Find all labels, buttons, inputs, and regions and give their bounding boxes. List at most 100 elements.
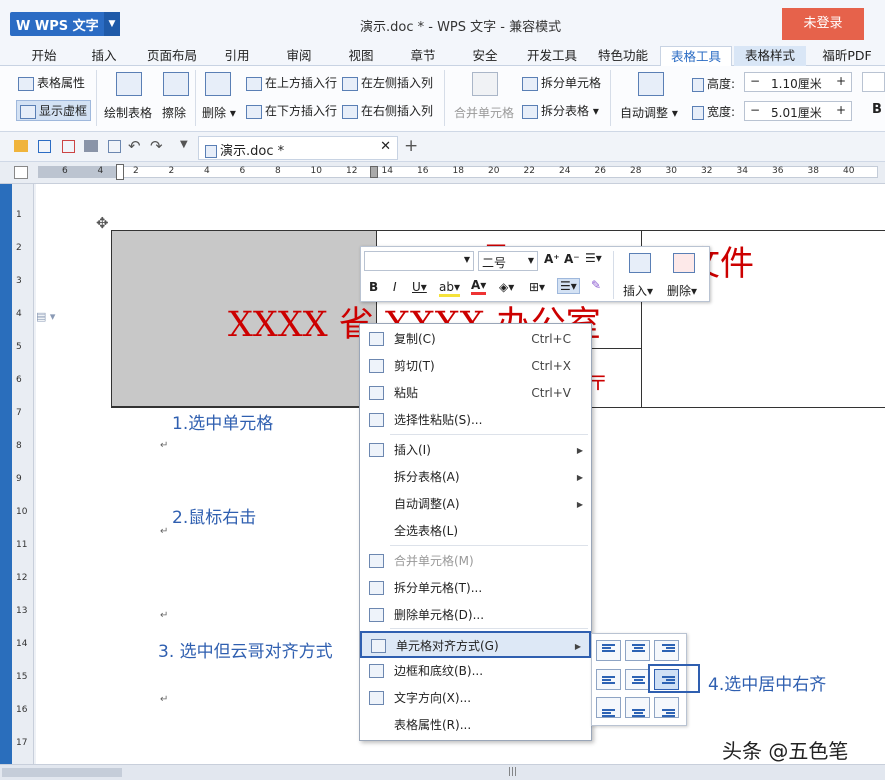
bold-icon[interactable]: B — [872, 102, 882, 117]
tab-special[interactable]: 特色功能 — [592, 46, 654, 66]
close-tab-icon[interactable]: ✕ — [380, 139, 391, 154]
column-width-spinner[interactable]: −5.01厘米 + — [744, 101, 852, 121]
insert-table-icon[interactable] — [629, 253, 651, 273]
align-bottom-center-button[interactable] — [625, 697, 650, 718]
customize-dropdown-icon[interactable]: ▼ — [180, 139, 188, 150]
font-color-icon[interactable]: A▾ — [471, 278, 487, 295]
menu-item-剪切[interactable]: 剪切(T) Ctrl+X — [360, 353, 591, 380]
print-preview-icon[interactable] — [108, 140, 121, 153]
italic-icon[interactable]: I — [393, 280, 397, 294]
menu-item-复制[interactable]: 复制(C) Ctrl+C — [360, 326, 591, 353]
align-middle-center-button[interactable] — [625, 669, 650, 690]
delete-table-icon[interactable] — [673, 253, 695, 273]
align-top-left-button[interactable] — [596, 640, 621, 661]
shrink-font-icon[interactable]: A⁻ — [564, 252, 580, 266]
borders-icon[interactable]: ⊞▾ — [529, 280, 545, 294]
app-menu-button[interactable]: W WPS 文字 ▼ — [10, 12, 120, 36]
font-size-combo[interactable]: 二号 ▼ — [478, 251, 538, 271]
tab-insert[interactable]: 插入 — [78, 46, 130, 66]
tab-developer[interactable]: 开发工具 — [520, 46, 584, 66]
split-cells-button[interactable]: 拆分单元格 — [522, 74, 601, 91]
horizontal-scrollbar-thumb[interactable] — [2, 768, 122, 777]
menu-item-全选表格[interactable]: 全选表格(L) — [360, 518, 591, 545]
indent-marker-icon[interactable] — [116, 164, 124, 180]
underline-icon[interactable]: U▾ — [412, 280, 427, 294]
align-bottom-left-button[interactable] — [596, 697, 621, 718]
paragraph-options-icon[interactable]: ▤ ▾ — [36, 310, 55, 323]
align-top-right-button[interactable] — [654, 640, 679, 661]
export-pdf-icon[interactable] — [62, 140, 75, 153]
scrollbar-grip-icon[interactable]: ||| — [508, 767, 517, 777]
tab-foxit-pdf[interactable]: 福昕PDF — [812, 46, 882, 66]
decrement-icon[interactable]: − — [750, 74, 760, 88]
menu-item-拆分单元格[interactable]: 拆分单元格(T)... — [360, 575, 591, 602]
row-height-value[interactable]: 1.10厘米 — [771, 75, 822, 92]
chevron-down-icon[interactable]: ▼ — [104, 12, 120, 36]
tab-page-layout[interactable]: 页面布局 — [140, 46, 204, 66]
insert-column-right-button[interactable]: 在右侧插入列 — [342, 102, 433, 119]
tab-security[interactable]: 安全 — [462, 46, 508, 66]
tab-chapter[interactable]: 章节 — [400, 46, 446, 66]
align-top-center-button[interactable] — [625, 640, 650, 661]
tab-references[interactable]: 引用 — [214, 46, 260, 66]
menu-item-文字方向[interactable]: 文字方向(X)... — [360, 685, 591, 712]
font-name-combo[interactable]: ▼ — [364, 251, 474, 271]
save-icon[interactable] — [38, 140, 51, 153]
insert-row-below-button[interactable]: 在下方插入行 — [246, 102, 337, 119]
row-height-spinner[interactable]: −1.10厘米 + — [744, 72, 852, 92]
open-folder-icon[interactable] — [14, 140, 28, 152]
insert-dropdown[interactable]: 插入▾ — [623, 282, 653, 299]
redo-icon[interactable]: ↷ — [150, 137, 163, 155]
line-spacing-icon[interactable]: ☰▾ — [585, 251, 602, 265]
align-middle-left-button[interactable] — [596, 669, 621, 690]
table-properties-button[interactable]: 表格属性 — [18, 74, 85, 91]
new-tab-icon[interactable]: + — [404, 136, 418, 156]
decrement-icon[interactable]: − — [750, 103, 760, 117]
format-painter-icon[interactable]: ✎ — [591, 278, 601, 292]
align-bottom-right-button[interactable] — [654, 697, 679, 718]
bold-icon[interactable]: B — [369, 280, 378, 294]
tab-table-tools[interactable]: 表格工具 — [660, 46, 732, 67]
print-icon[interactable] — [84, 140, 98, 152]
tab-stop-selector-icon[interactable] — [14, 166, 28, 179]
font-size-value[interactable]: 二号 — [482, 256, 506, 270]
increment-icon[interactable]: + — [836, 74, 846, 88]
menu-item-表格属性[interactable]: 表格属性(R)... — [360, 712, 591, 739]
erase-button[interactable]: 擦除 — [162, 104, 186, 121]
delete-dropdown[interactable]: 删除▾ — [667, 282, 697, 299]
menu-item-合并单元格[interactable]: 合并单元格(M) — [360, 548, 591, 575]
delete-dropdown[interactable]: 删除 ▾ — [202, 104, 236, 121]
menu-item-自动调整[interactable]: 自动调整(A) ▶ — [360, 491, 591, 518]
tab-home[interactable]: 开始 — [18, 46, 70, 66]
insert-column-left-button[interactable]: 在左侧插入列 — [342, 74, 433, 91]
chevron-down-icon[interactable]: ▼ — [464, 255, 470, 264]
table-move-handle-icon[interactable]: ✥ — [96, 214, 109, 232]
shading-icon[interactable]: ◈▾ — [499, 280, 514, 294]
tab-review[interactable]: 审阅 — [276, 46, 322, 66]
font-name-box[interactable] — [862, 72, 885, 92]
login-button[interactable]: 未登录 — [782, 8, 864, 40]
show-gridlines-button[interactable]: 显示虚框 — [16, 100, 92, 121]
alignment-icon[interactable]: ☰▾ — [557, 278, 580, 294]
autofit-dropdown[interactable]: 自动调整 ▾ — [620, 104, 678, 121]
menu-item-删除单元格[interactable]: 删除单元格(D)... — [360, 602, 591, 629]
column-marker-icon[interactable] — [370, 166, 378, 178]
column-width-value[interactable]: 5.01厘米 — [771, 104, 822, 121]
split-table-dropdown[interactable]: 拆分表格 ▾ — [522, 102, 599, 119]
highlight-icon[interactable]: ab▾ — [439, 280, 460, 297]
increment-icon[interactable]: + — [836, 103, 846, 117]
menu-item-边框和底纹[interactable]: 边框和底纹(B)... — [360, 658, 591, 685]
undo-icon[interactable]: ↶ — [128, 137, 141, 155]
insert-row-above-button[interactable]: 在上方插入行 — [246, 74, 337, 91]
menu-item-粘贴[interactable]: 粘贴 Ctrl+V — [360, 380, 591, 407]
menu-item-选择性粘贴[interactable]: 选择性粘贴(S)... — [360, 407, 591, 434]
document-tab[interactable]: 演示.doc * ✕ — [198, 136, 398, 160]
grow-font-icon[interactable]: A⁺ — [544, 252, 560, 266]
draw-table-button[interactable]: 绘制表格 — [104, 104, 152, 121]
tab-view[interactable]: 视图 — [338, 46, 384, 66]
menu-item-单元格对齐方式[interactable]: 单元格对齐方式(G) ▶ — [360, 631, 591, 658]
menu-item-拆分表格[interactable]: 拆分表格(A) ▶ — [360, 464, 591, 491]
chevron-down-icon[interactable]: ▼ — [528, 256, 534, 265]
tab-table-styles[interactable]: 表格样式 — [734, 46, 806, 66]
menu-item-插入[interactable]: 插入(I) ▶ — [360, 437, 591, 464]
